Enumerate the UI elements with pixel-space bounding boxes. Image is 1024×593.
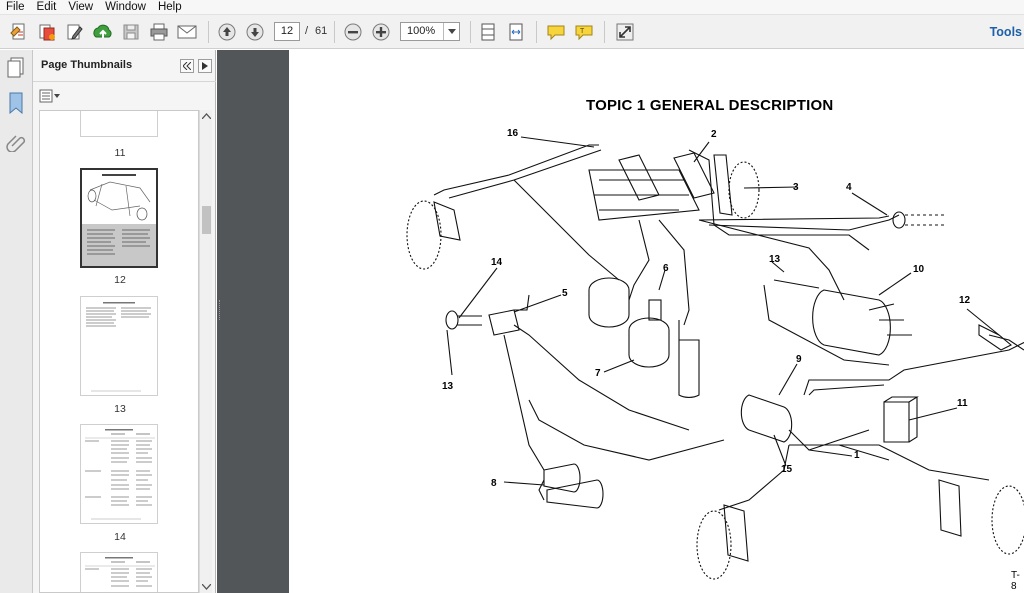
thumbnail-preview bbox=[82, 170, 156, 266]
toolbar-separator bbox=[334, 21, 335, 43]
zoom-select[interactable]: 100% bbox=[400, 22, 460, 41]
toolbar-separator bbox=[536, 21, 537, 43]
expand-icon[interactable] bbox=[614, 21, 636, 43]
bookmarks-icon[interactable] bbox=[8, 92, 24, 117]
zoom-in-icon[interactable] bbox=[370, 21, 392, 43]
thumbnail-label: 12 bbox=[114, 274, 126, 286]
callout-7: 13 bbox=[769, 254, 781, 265]
thumbnail-page-11[interactable] bbox=[80, 111, 158, 137]
prev-page-icon[interactable] bbox=[216, 21, 238, 43]
chevron-down-icon[interactable] bbox=[443, 23, 459, 40]
zoom-out-icon[interactable] bbox=[342, 21, 364, 43]
callout-5: 5 bbox=[562, 288, 568, 299]
toolbar-separator bbox=[208, 21, 209, 43]
callout-1: 1 bbox=[854, 450, 860, 461]
attachments-icon[interactable] bbox=[6, 132, 26, 155]
thumbnail-label: 14 bbox=[114, 531, 126, 543]
menu-view[interactable]: View bbox=[62, 0, 99, 15]
edit-icon[interactable] bbox=[64, 21, 86, 43]
thumbnail-page-12[interactable] bbox=[80, 168, 158, 268]
callout-14: 14 bbox=[491, 257, 503, 268]
toolbar-separator bbox=[470, 21, 471, 43]
scrollbar-thumb[interactable] bbox=[202, 206, 211, 234]
menu-help[interactable]: Help bbox=[152, 0, 188, 15]
page-thumbnails-icon[interactable] bbox=[6, 57, 26, 82]
upload-icon[interactable] bbox=[92, 21, 114, 43]
toolbar: 12 / 61 100% T Tools bbox=[0, 15, 1024, 49]
thumbnail-page-14[interactable] bbox=[80, 424, 158, 524]
thumbnail-preview bbox=[86, 302, 151, 392]
page-thumbnails-panel: Page Thumbnails 11 12 13 14 bbox=[33, 50, 216, 593]
document-viewport[interactable]: TOPIC 1 GENERAL DESCRIPTION 16 2 3 4 14 … bbox=[217, 50, 1024, 593]
document-page: TOPIC 1 GENERAL DESCRIPTION 16 2 3 4 14 … bbox=[289, 50, 1024, 593]
diagram-callouts: 16 2 3 4 14 5 6 13 10 12 13 7 9 11 1 15 … bbox=[442, 128, 971, 489]
scroll-up-icon[interactable] bbox=[202, 113, 211, 119]
print-icon[interactable] bbox=[148, 21, 170, 43]
save-icon[interactable] bbox=[120, 21, 142, 43]
figure-id: T-8 bbox=[1011, 570, 1020, 592]
sign-icon[interactable]: T bbox=[573, 21, 595, 43]
menu-bar: File Edit View Window Help bbox=[0, 0, 1024, 15]
callout-4: 4 bbox=[846, 182, 852, 193]
zoom-value: 100% bbox=[407, 25, 436, 37]
navigation-rail bbox=[0, 50, 33, 593]
thumbnail-preview bbox=[85, 557, 155, 587]
callout-7: 7 bbox=[595, 368, 601, 379]
callout-8: 8 bbox=[491, 478, 497, 489]
thumbnail-options-icon[interactable] bbox=[39, 88, 61, 104]
page-number-input[interactable]: 12 bbox=[274, 22, 300, 41]
combine-icon[interactable] bbox=[36, 21, 58, 43]
thumbnail-list[interactable]: 11 12 13 14 bbox=[39, 110, 199, 593]
next-page-icon[interactable] bbox=[244, 21, 266, 43]
callout-2: 2 bbox=[711, 129, 717, 140]
thumbnail-page-13[interactable] bbox=[80, 296, 158, 396]
fit-page-icon[interactable] bbox=[477, 21, 499, 43]
callout-12: 12 bbox=[959, 295, 971, 306]
thumbnail-label: 13 bbox=[114, 403, 126, 415]
comment-icon[interactable] bbox=[545, 21, 567, 43]
menu-window[interactable]: Window bbox=[99, 0, 152, 15]
collapse-left-icon[interactable] bbox=[180, 59, 194, 73]
scroll-down-icon[interactable] bbox=[202, 584, 211, 590]
svg-text:T: T bbox=[580, 28, 585, 35]
callout-15: 15 bbox=[781, 464, 793, 475]
callout-9: 9 bbox=[796, 354, 802, 365]
toolbar-separator bbox=[604, 21, 605, 43]
callout-10: 10 bbox=[913, 264, 925, 275]
callout-6: 6 bbox=[663, 263, 669, 274]
page-total: 61 bbox=[315, 25, 328, 37]
email-icon[interactable] bbox=[176, 21, 198, 43]
menu-edit[interactable]: Edit bbox=[31, 0, 63, 15]
brake-system-diagram: 16 2 3 4 14 5 6 13 10 12 13 7 9 11 1 15 … bbox=[406, 128, 1024, 580]
thumbnail-page-15[interactable] bbox=[80, 552, 158, 592]
callout-16: 16 bbox=[507, 128, 519, 139]
panel-header: Page Thumbnails bbox=[33, 50, 216, 82]
thumbnail-preview bbox=[85, 429, 155, 520]
create-pdf-icon[interactable] bbox=[8, 21, 30, 43]
fit-width-icon[interactable] bbox=[505, 21, 527, 43]
callout-13: 13 bbox=[442, 381, 454, 392]
menu-file[interactable]: File bbox=[0, 0, 31, 15]
page-separator: / bbox=[305, 25, 309, 37]
thumbnail-scrollbar[interactable] bbox=[199, 110, 212, 593]
expand-right-icon[interactable] bbox=[198, 59, 212, 73]
panel-resize-handle[interactable] bbox=[219, 300, 222, 320]
callout-3: 3 bbox=[793, 182, 799, 193]
tools-button[interactable]: Tools bbox=[990, 25, 1022, 39]
thumbnail-label: 11 bbox=[114, 147, 126, 159]
panel-title: Page Thumbnails bbox=[41, 59, 133, 71]
callout-11: 11 bbox=[957, 398, 968, 409]
